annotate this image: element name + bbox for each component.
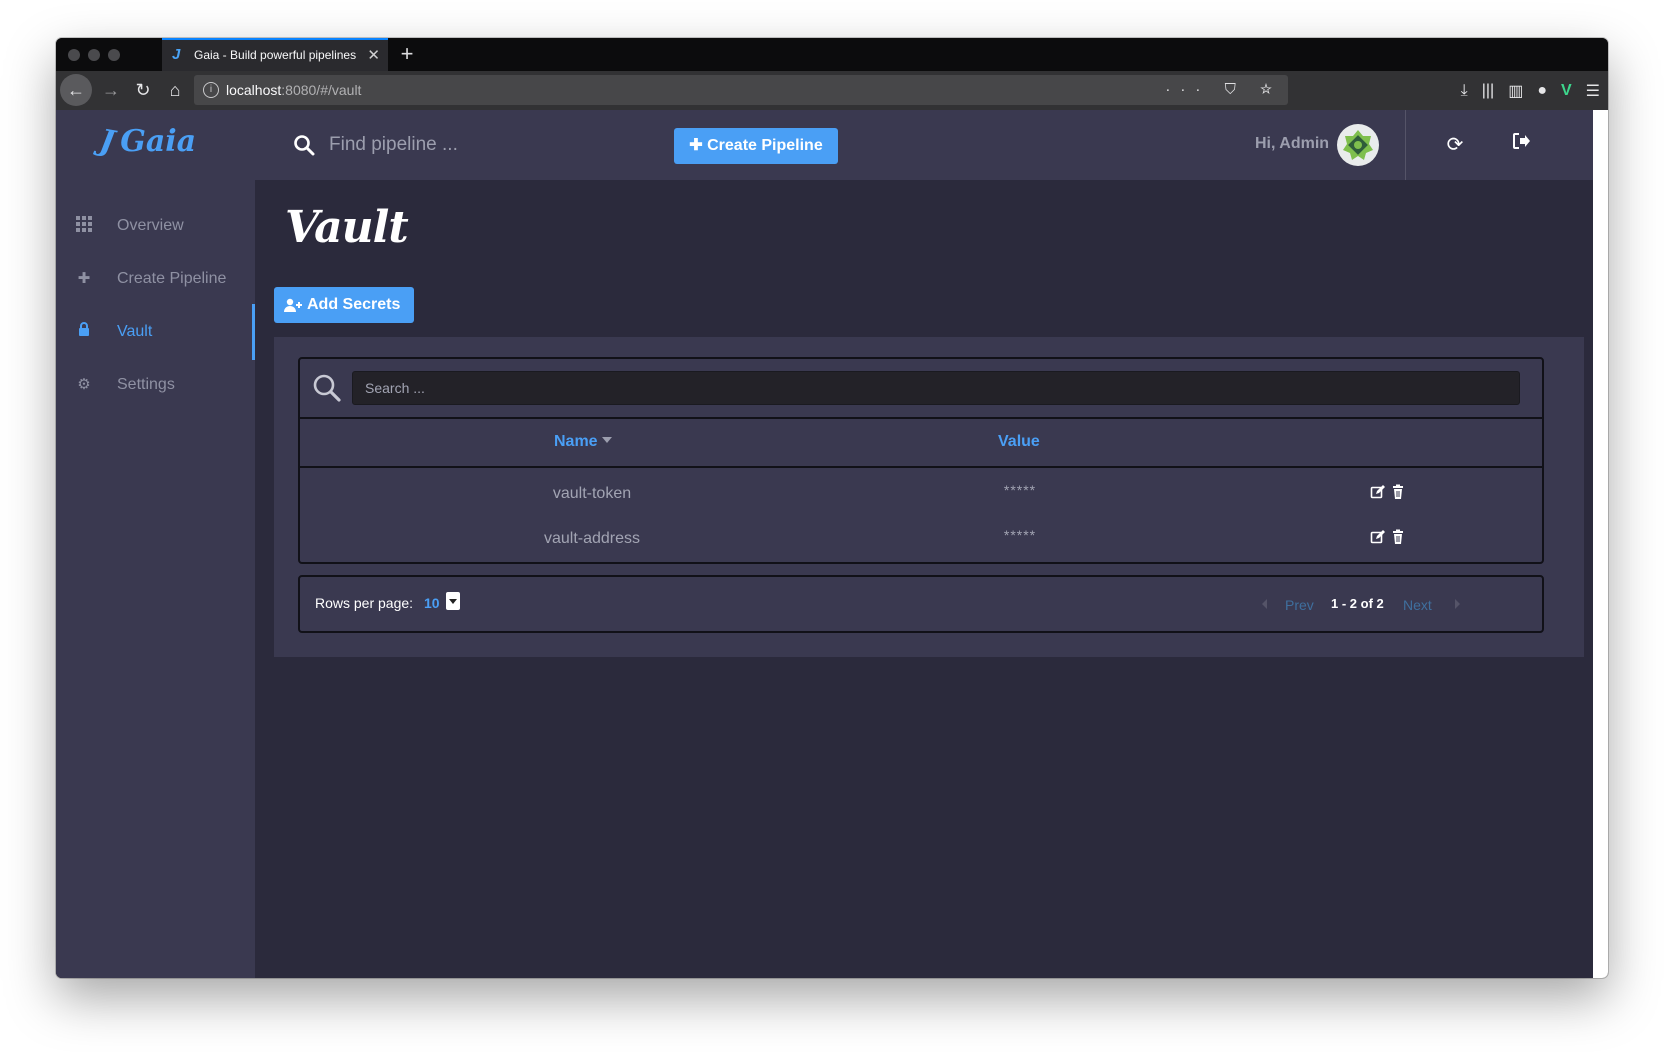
edit-icon[interactable]: [1370, 484, 1386, 500]
sort-desc-icon: [601, 437, 612, 443]
refresh-icon[interactable]: ⟳: [1441, 131, 1469, 159]
main-content: Vault Add Secrets Search ... Name Value …: [255, 180, 1593, 978]
browser-tab[interactable]: J Gaia - Build powerful pipelines ✕: [162, 38, 388, 71]
logo-text: Gaia: [120, 124, 197, 159]
sidebar: J Gaia Overview ✚ Create Pipeline Vault ⚙: [56, 110, 255, 978]
zoom-window-button[interactable]: [108, 49, 120, 61]
downloads-icon[interactable]: ⤓: [1461, 82, 1468, 100]
secret-name: vault-token: [552, 485, 632, 502]
table-row: vault-address *****: [300, 515, 1542, 563]
gaia-logo[interactable]: J Gaia: [97, 123, 197, 160]
tab-title: Gaia - Build powerful pipelines: [194, 48, 357, 62]
add-secrets-label: Add Secrets: [307, 296, 401, 313]
browser-window: J Gaia - Build powerful pipelines ✕ + ← …: [56, 38, 1608, 978]
gaia-app: J Gaia Overview ✚ Create Pipeline Vault ⚙: [56, 110, 1593, 978]
chevron-right-icon[interactable]: [1455, 599, 1460, 609]
url-host: localhost: [226, 82, 282, 98]
find-pipeline-input[interactable]: [329, 128, 579, 162]
table-search-row: [300, 359, 1542, 419]
sidebar-item-overview[interactable]: Overview: [56, 198, 255, 254]
column-header-name[interactable]: Name: [554, 433, 612, 451]
secret-value: *****: [1003, 482, 1037, 498]
create-pipeline-label: Create Pipeline: [707, 137, 823, 154]
browser-navbar: ← → ↻ ⌂ i localhost:8080/#/vault ··· ⛉ ☆…: [56, 71, 1608, 110]
toolbar-icons: ⤓ ||| ▥ ● V ☰: [1461, 71, 1600, 110]
url-bar[interactable]: i localhost:8080/#/vault ··· ⛉ ☆: [194, 75, 1288, 105]
table-header: Name Value: [300, 419, 1542, 468]
secrets-panel: Name Value vault-token ***** vault-ad: [274, 337, 1584, 657]
next-page-button[interactable]: Next: [1403, 597, 1432, 613]
url-path: :8080/#/vault: [281, 82, 362, 98]
logout-icon[interactable]: [1507, 131, 1535, 159]
trash-icon[interactable]: [1390, 484, 1406, 500]
user-greeting: Hi, Admin: [1255, 135, 1330, 152]
plus-icon: ✚: [77, 270, 91, 287]
plus-icon: ✚: [689, 137, 708, 154]
search-icon: [313, 374, 341, 402]
sidebar-item-vault[interactable]: Vault: [56, 304, 255, 360]
row-actions: [1370, 484, 1406, 500]
site-info-icon[interactable]: i: [203, 82, 219, 98]
back-button[interactable]: ←: [60, 74, 92, 106]
topbar-divider: [1405, 110, 1406, 180]
create-pipeline-button[interactable]: ✚ Create Pipeline: [674, 128, 838, 164]
chevron-left-icon[interactable]: [1262, 599, 1267, 609]
sidebar-item-label: Create Pipeline: [117, 270, 227, 287]
add-secrets-button[interactable]: Add Secrets: [274, 287, 414, 323]
table-row: vault-token *****: [300, 470, 1542, 518]
close-window-button[interactable]: [68, 49, 80, 61]
page-scrollbar[interactable]: [1593, 110, 1608, 978]
sidebar-item-label: Vault: [117, 323, 153, 340]
sidebar-item-create-pipeline[interactable]: ✚ Create Pipeline: [56, 251, 255, 307]
row-actions: [1370, 529, 1406, 545]
rows-per-page-dropdown[interactable]: [446, 592, 460, 610]
prev-page-button[interactable]: Prev: [1285, 597, 1314, 613]
search-icon[interactable]: [293, 134, 315, 156]
pagination-bar: Rows per page: 10 Prev 1 - 2 of 2 Next: [298, 575, 1544, 633]
reload-button[interactable]: ↻: [128, 75, 158, 105]
user-plus-icon: [284, 287, 302, 323]
edit-icon[interactable]: [1370, 529, 1386, 545]
page-info: 1 - 2 of 2: [1331, 596, 1384, 611]
secret-value: *****: [1003, 527, 1037, 543]
sidebar-toggle-icon[interactable]: ▥: [1508, 81, 1523, 101]
gaia-favicon-icon: J: [172, 46, 181, 63]
table-search-input[interactable]: [352, 371, 1520, 405]
page-title: Vault: [285, 202, 409, 253]
tab-bar: J Gaia - Build powerful pipelines ✕ +: [56, 38, 1608, 71]
column-header-value[interactable]: Value: [998, 433, 1040, 451]
gears-icon: ⚙: [77, 376, 91, 393]
sidebar-item-settings[interactable]: ⚙ Settings: [56, 357, 255, 413]
tab-close-icon[interactable]: ✕: [367, 40, 380, 71]
avatar[interactable]: [1337, 124, 1379, 166]
sidebar-item-label: Overview: [117, 217, 184, 234]
secret-name: vault-address: [543, 530, 641, 547]
gaia-logo-icon: J: [97, 123, 118, 160]
column-label: Name: [554, 433, 598, 450]
minimize-window-button[interactable]: [88, 49, 100, 61]
new-tab-button[interactable]: +: [392, 38, 422, 71]
home-button[interactable]: ⌂: [160, 75, 190, 105]
secrets-table: Name Value vault-token ***** vault-ad: [298, 357, 1544, 564]
lock-icon: [74, 322, 94, 342]
rows-per-page-label: Rows per page:: [315, 595, 414, 611]
trash-icon[interactable]: [1390, 529, 1406, 545]
rows-per-page-value[interactable]: 10: [424, 595, 440, 611]
grid-icon: [74, 216, 94, 236]
library-icon[interactable]: |||: [1482, 82, 1494, 100]
top-bar: ✚ Create Pipeline Hi, Admin ⟳: [255, 110, 1593, 180]
page-actions[interactable]: ··· ⛉ ☆: [1165, 75, 1282, 105]
extension-icon[interactable]: ●: [1537, 82, 1547, 100]
menu-icon[interactable]: ☰: [1586, 81, 1600, 101]
sidebar-item-label: Settings: [117, 376, 175, 393]
forward-button[interactable]: →: [96, 75, 126, 105]
vue-devtools-icon[interactable]: V: [1561, 82, 1572, 100]
